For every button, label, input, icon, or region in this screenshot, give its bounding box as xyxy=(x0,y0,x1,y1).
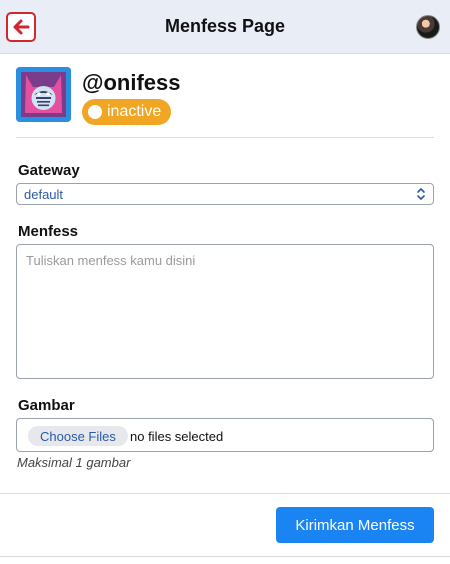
chevron-updown-icon xyxy=(417,188,425,200)
menfess-label: Menfess xyxy=(18,223,79,240)
file-input[interactable]: Choose Files no files selected xyxy=(16,418,434,452)
top-bar: Menfess Page xyxy=(0,0,450,54)
menfess-textarea[interactable] xyxy=(16,244,434,379)
status-badge: inactive xyxy=(82,99,172,125)
gateway-label: Gateway xyxy=(18,162,80,179)
bottom-divider xyxy=(0,556,450,557)
footer-divider xyxy=(0,493,450,494)
gateway-select[interactable]: default xyxy=(16,183,434,205)
status-text: inactive xyxy=(107,103,162,120)
gateway-select-value: default xyxy=(24,187,64,202)
profile-divider xyxy=(16,137,434,138)
choose-files-button[interactable]: Choose Files xyxy=(28,426,128,446)
page-title: Menfess Page xyxy=(164,16,286,36)
username: @onifess xyxy=(82,70,181,95)
status-dot-icon xyxy=(88,105,102,119)
profile-avatar xyxy=(16,67,71,122)
profile-picture-icon xyxy=(16,67,71,122)
image-limit-hint: Maksimal 1 gambar xyxy=(17,455,131,470)
file-status: no files selected xyxy=(130,429,224,444)
submit-menfess-button[interactable]: Kirimkan Menfess xyxy=(276,507,434,543)
gambar-label: Gambar xyxy=(18,397,75,414)
user-avatar[interactable] xyxy=(416,15,440,39)
